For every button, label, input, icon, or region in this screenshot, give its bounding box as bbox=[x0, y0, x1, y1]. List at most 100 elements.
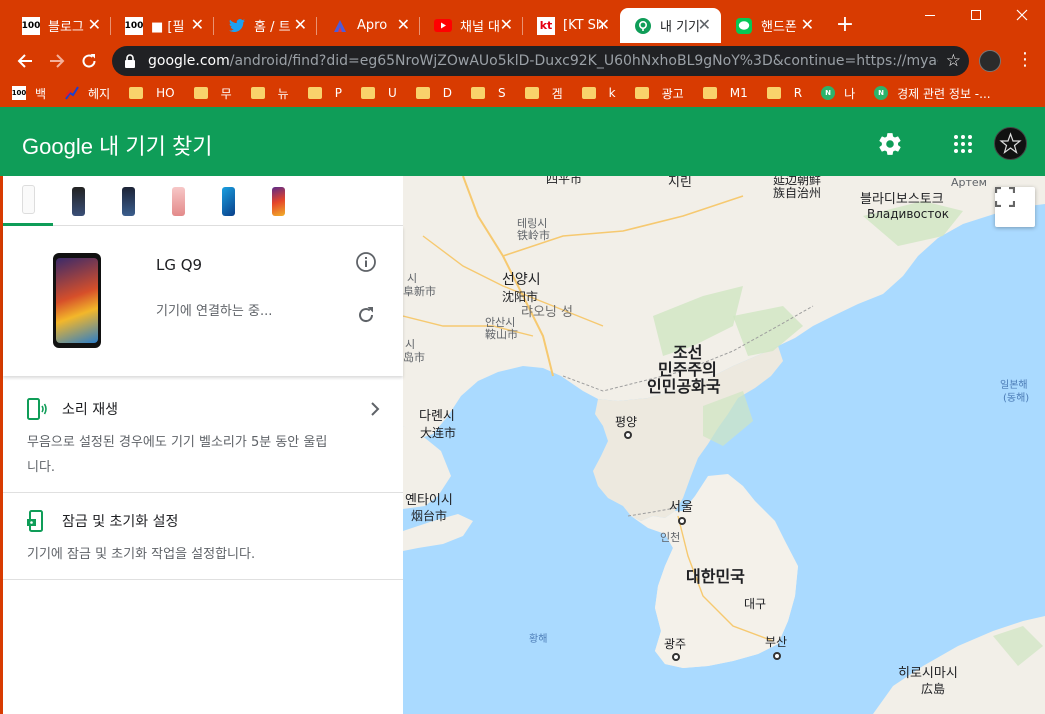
bookmark-folder[interactable]: k bbox=[581, 86, 616, 100]
map-label: 阜新市 bbox=[403, 285, 436, 298]
secure-device-title: 잠금 및 초기화 설정 bbox=[62, 514, 179, 530]
bookmark-label: D bbox=[442, 86, 452, 100]
bookmark-folder[interactable]: S bbox=[471, 86, 506, 100]
naver-icon: N bbox=[821, 86, 836, 100]
device-tab-4[interactable] bbox=[153, 176, 203, 226]
device-tabs bbox=[3, 176, 403, 226]
map-label: Владивосток bbox=[867, 207, 949, 221]
play-sound-description: 무음으로 설정된 경우에도 기기 벨소리가 5분 동안 울립니다. bbox=[27, 435, 328, 475]
map-label: 岛市 bbox=[403, 351, 425, 364]
url-host: google.com bbox=[148, 53, 230, 69]
map-view[interactable]: 四平市 지린 延边朝鲜 族自治州 Артем 블라디보스토크 Владивост… bbox=[403, 176, 1045, 714]
twitter-icon bbox=[228, 17, 246, 35]
city-marker bbox=[672, 653, 680, 661]
bookmark-label: S bbox=[498, 86, 506, 100]
map-label: 铁岭市 bbox=[517, 229, 550, 242]
bookmark-folder[interactable]: D bbox=[415, 86, 452, 100]
tab-find-device[interactable]: 내 기기 ✕ bbox=[620, 8, 721, 43]
map-label: 옌타이시 bbox=[405, 493, 453, 508]
bookmark-folder[interactable]: 무 bbox=[193, 85, 232, 102]
settings-gear-icon[interactable] bbox=[877, 131, 903, 157]
new-tab-button[interactable]: + bbox=[832, 12, 858, 38]
bookmark-star-icon[interactable]: ☆ bbox=[946, 51, 961, 71]
address-bar[interactable]: google.com/android/find?did=eg65NroWjZOw… bbox=[112, 46, 969, 76]
map-label: 서울 bbox=[669, 500, 693, 515]
url-path: /android/find?did=eg65NroWjZOwAUo5klD-Du… bbox=[229, 53, 938, 69]
close-tab-icon[interactable]: ✕ bbox=[88, 16, 101, 34]
bookmark-item[interactable]: 100 백 bbox=[12, 85, 46, 102]
map-label: 인천 bbox=[660, 531, 681, 544]
fullscreen-button[interactable] bbox=[995, 187, 1035, 227]
youtube-icon bbox=[434, 17, 452, 35]
apro-icon bbox=[331, 17, 349, 35]
bookmark-folder[interactable]: 겜 bbox=[524, 85, 563, 102]
device-tab-lg-q9[interactable] bbox=[3, 176, 53, 226]
tab-blog[interactable]: 100 블로그 ✕ bbox=[8, 8, 111, 43]
tab-apro[interactable]: Apro ✕ bbox=[317, 8, 420, 43]
bookmark-folder[interactable]: HO bbox=[129, 86, 175, 100]
bookmark-folder[interactable]: 뉴 bbox=[250, 85, 289, 102]
play-sound-action[interactable]: 소리 재생 무음으로 설정된 경우에도 기기 벨소리가 5분 동안 울립니다. bbox=[3, 376, 403, 493]
bookmark-item[interactable]: N 경제 관련 정보 -... bbox=[874, 85, 991, 102]
device-card: LG Q9 기기에 연결하는 중... bbox=[3, 226, 403, 376]
map-label: 烟台市 bbox=[411, 509, 448, 523]
map-label: 선양시 bbox=[502, 272, 541, 288]
app-title: Google 내 기기 찾기 bbox=[22, 134, 213, 159]
arrow-right-icon bbox=[50, 54, 65, 68]
forward-button[interactable] bbox=[45, 49, 69, 73]
bookmark-folder[interactable]: R bbox=[766, 86, 802, 100]
ringing-phone-icon bbox=[26, 398, 48, 420]
secure-device-action[interactable]: 잠금 및 초기화 설정 기기에 잠금 및 초기화 작업을 설정합니다. bbox=[3, 493, 403, 580]
close-tab-icon[interactable]: ✕ bbox=[294, 16, 307, 34]
tab-twitter[interactable]: 홈 / 트 ✕ bbox=[214, 8, 317, 43]
chevron-right-icon bbox=[368, 401, 382, 416]
close-tab-icon[interactable]: ✕ bbox=[801, 16, 814, 34]
map-label: (동해) bbox=[1003, 393, 1030, 404]
tab-kt[interactable]: kt [KT Sh ✕ bbox=[523, 8, 620, 43]
secure-device-description: 기기에 잠금 및 초기화 작업을 설정합니다. bbox=[27, 547, 256, 562]
tab-youtube[interactable]: 채널 대 ✕ bbox=[420, 8, 523, 43]
arrow-left-icon bbox=[17, 54, 32, 68]
phone-icon bbox=[121, 186, 135, 216]
device-tab-2[interactable] bbox=[53, 176, 103, 226]
refresh-icon[interactable] bbox=[356, 305, 376, 325]
account-avatar[interactable] bbox=[994, 127, 1027, 160]
100-icon: 100 bbox=[125, 16, 143, 35]
folder-icon bbox=[524, 87, 539, 99]
close-window-icon bbox=[1016, 9, 1028, 21]
device-tab-3[interactable] bbox=[103, 176, 153, 226]
device-tab-6[interactable] bbox=[253, 176, 303, 226]
profile-avatar-small[interactable] bbox=[979, 50, 1001, 72]
map-label: 鞍山市 bbox=[485, 328, 518, 341]
bookmark-folder[interactable]: 광고 bbox=[634, 85, 684, 102]
bookmark-folder[interactable]: M1 bbox=[702, 86, 748, 100]
close-tab-icon[interactable]: ✕ bbox=[698, 16, 711, 34]
map-label: 부산 bbox=[765, 635, 788, 649]
reload-button[interactable] bbox=[77, 49, 101, 73]
minimize-button[interactable] bbox=[907, 0, 953, 30]
browser-menu-icon[interactable]: ⋮ bbox=[1016, 51, 1034, 69]
bookmark-item[interactable]: N 나 bbox=[821, 85, 855, 102]
close-tab-icon[interactable]: ✕ bbox=[500, 16, 513, 34]
close-window-button[interactable] bbox=[999, 0, 1045, 30]
close-tab-icon[interactable]: ✕ bbox=[597, 16, 610, 34]
close-tab-icon[interactable]: ✕ bbox=[191, 16, 204, 34]
bookmark-label: HO bbox=[156, 86, 175, 100]
tab-phone[interactable]: 핸드폰 ✕ bbox=[721, 8, 824, 43]
info-icon[interactable] bbox=[355, 251, 377, 273]
bookmark-item[interactable]: 헤지 bbox=[65, 85, 110, 102]
close-tab-icon[interactable]: ✕ bbox=[397, 16, 410, 34]
apps-grid-icon[interactable] bbox=[952, 133, 974, 155]
bookmark-folder[interactable]: P bbox=[307, 86, 342, 100]
tab-pil[interactable]: 100 ■ [필 ✕ bbox=[111, 8, 214, 43]
fullscreen-icon bbox=[995, 187, 1015, 207]
back-button[interactable] bbox=[13, 49, 37, 73]
device-panel: LG Q9 기기에 연결하는 중... 소리 재생 무음으로 설정된 경우에도 … bbox=[3, 176, 403, 714]
url-text: google.com/android/find?did=eg65NroWjZOw… bbox=[148, 53, 938, 69]
map-label: 沈阳市 bbox=[502, 290, 539, 304]
device-tab-5[interactable] bbox=[203, 176, 253, 226]
device-status: 기기에 연결하는 중... bbox=[156, 304, 273, 319]
bookmark-label: M1 bbox=[729, 86, 748, 100]
maximize-button[interactable] bbox=[953, 0, 999, 30]
bookmark-folder[interactable]: U bbox=[360, 86, 397, 100]
